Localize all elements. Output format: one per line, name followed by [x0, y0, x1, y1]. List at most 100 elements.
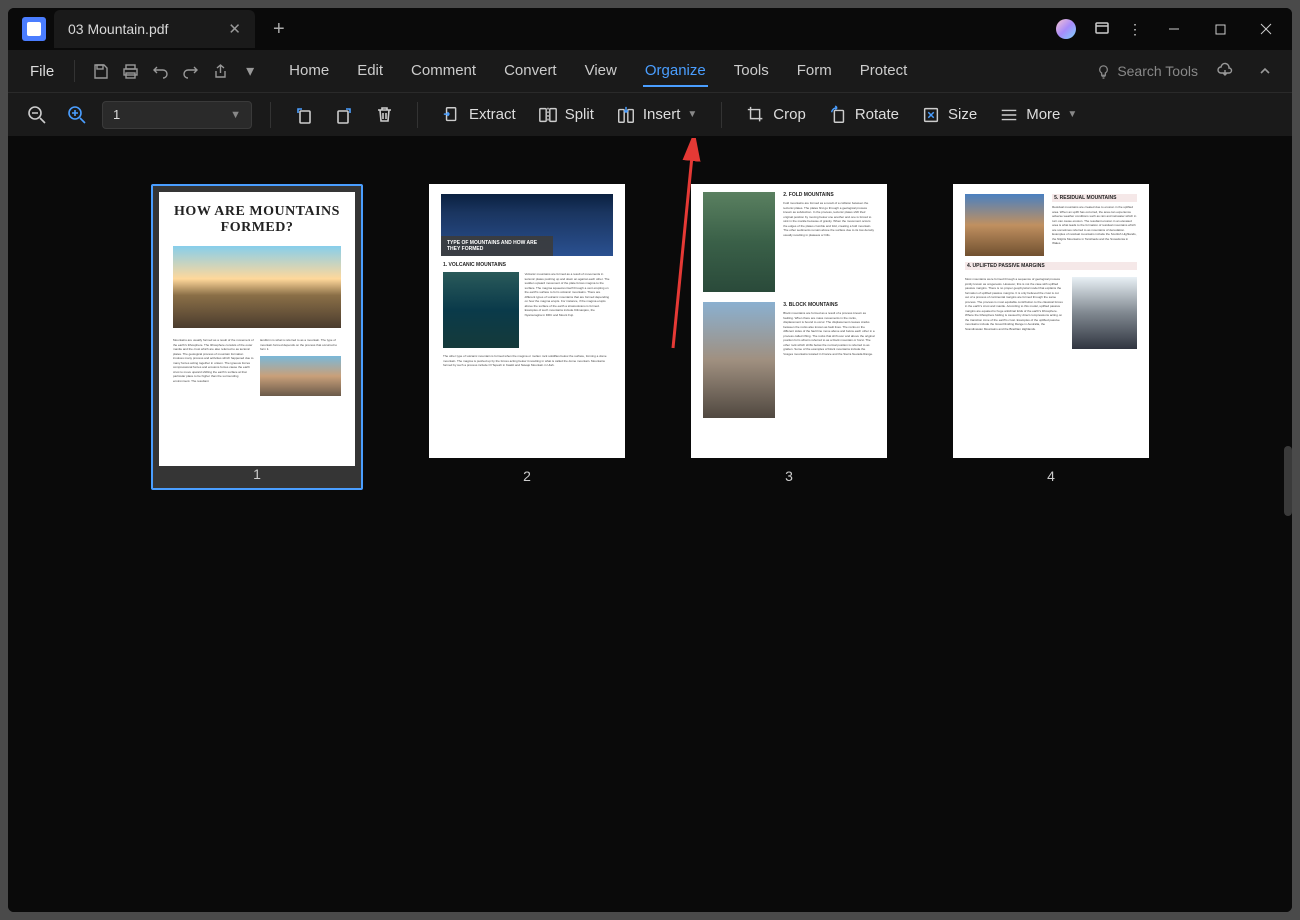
organize-toolbar: 1 ▼ Extract Split Insert ▼ Cro	[8, 92, 1292, 136]
extract-icon	[442, 105, 462, 125]
page-footer-text: The other type of volcanic mountain is f…	[429, 350, 625, 372]
delete-page-button[interactable]	[369, 100, 399, 130]
page-image: TYPE OF MOUNTAINS AND HOW ARE THEY FORME…	[441, 194, 613, 256]
tab-form[interactable]: Form	[795, 56, 834, 87]
tab-tools[interactable]: Tools	[732, 56, 771, 87]
page-number-label: 2	[523, 468, 531, 484]
page-image	[703, 192, 775, 292]
scrollbar[interactable]	[1284, 446, 1292, 516]
rotate-label: Rotate	[855, 106, 899, 123]
separator	[74, 60, 75, 82]
tab-comment[interactable]: Comment	[409, 56, 478, 87]
window-mode-icon[interactable]	[1094, 20, 1110, 39]
share-icon[interactable]	[207, 58, 233, 84]
page-image	[965, 194, 1044, 256]
close-button[interactable]	[1252, 17, 1280, 41]
page-preview: HOW ARE MOUNTAINS FORMED? Mountains are …	[159, 192, 355, 466]
size-button[interactable]: Size	[915, 101, 983, 129]
chevron-down-icon: ▼	[1067, 109, 1077, 120]
page-thumbnail-1[interactable]: HOW ARE MOUNTAINS FORMED? Mountains are …	[151, 184, 363, 490]
section-heading: 1. VOLCANIC MOUNTAINS	[429, 256, 625, 270]
minimize-button[interactable]	[1160, 17, 1188, 41]
extract-button[interactable]: Extract	[436, 101, 522, 129]
more-button[interactable]: More ▼	[993, 101, 1083, 129]
page-selector[interactable]: 1 ▼	[102, 101, 252, 129]
section-heading: 3. BLOCK MOUNTAINS	[783, 302, 875, 308]
size-icon	[921, 105, 941, 125]
split-button[interactable]: Split	[532, 101, 600, 129]
tab-protect[interactable]: Protect	[858, 56, 910, 87]
section-row: 3. BLOCK MOUNTAINS Block mountains are f…	[691, 294, 887, 420]
zoom-out-button[interactable]	[22, 100, 52, 130]
page-preview: 5. RESIDUAL MOUNTAINS Residual mountains…	[953, 184, 1149, 458]
rotate-left-button[interactable]	[289, 100, 319, 130]
section-block: 4. UPLIFTED PASSIVE MARGINS	[953, 258, 1149, 277]
more-label: More	[1026, 106, 1060, 123]
document-tab[interactable]: 03 Mountain.pdf ✕	[54, 10, 255, 48]
separator	[721, 102, 722, 128]
undo-icon[interactable]	[147, 58, 173, 84]
section-row: Most mountains were formed through a seq…	[953, 277, 1149, 351]
crop-icon	[746, 105, 766, 125]
tab-convert[interactable]: Convert	[502, 56, 559, 87]
section-row: 2. FOLD MOUNTAINS Fold mountains are for…	[691, 184, 887, 294]
tab-close-icon[interactable]: ✕	[228, 20, 241, 38]
page-thumbnail-2[interactable]: TYPE OF MOUNTAINS AND HOW ARE THEY FORME…	[429, 184, 625, 490]
app-logo-icon	[22, 17, 46, 41]
search-tools[interactable]: Search Tools	[1096, 63, 1198, 79]
page-value: 1	[113, 107, 120, 122]
page-body: Volcanic mountains are formed as a resul…	[429, 270, 625, 350]
file-menu[interactable]: File	[22, 59, 62, 84]
more-icon	[999, 105, 1019, 125]
maximize-button[interactable]	[1206, 17, 1234, 41]
page-image-small	[260, 356, 341, 396]
lightbulb-icon	[1096, 64, 1111, 79]
crop-button[interactable]: Crop	[740, 101, 812, 129]
app-window: 03 Mountain.pdf ✕ + ⋮ File	[8, 8, 1292, 912]
page-number-label: 4	[1047, 468, 1055, 484]
chevron-down-icon: ▼	[687, 109, 697, 120]
titlebar-right: ⋮	[1056, 17, 1292, 41]
separator	[417, 102, 418, 128]
split-label: Split	[565, 106, 594, 123]
insert-icon	[616, 105, 636, 125]
section-heading: 2. FOLD MOUNTAINS	[783, 192, 875, 198]
menubar: File ▾ Home Edit Comment Convert View Or…	[8, 50, 1292, 92]
chevron-down-icon: ▼	[230, 109, 241, 121]
page-thumbnail-3[interactable]: 2. FOLD MOUNTAINS Fold mountains are for…	[691, 184, 887, 490]
rotate-right-button[interactable]	[329, 100, 359, 130]
new-tab-button[interactable]: +	[273, 18, 285, 41]
kebab-menu-icon[interactable]: ⋮	[1128, 21, 1142, 38]
tab-view[interactable]: View	[583, 56, 619, 87]
section-heading: 4. UPLIFTED PASSIVE MARGINS	[965, 262, 1137, 270]
page-image	[703, 302, 775, 418]
page-image	[173, 246, 341, 328]
split-icon	[538, 105, 558, 125]
tab-edit[interactable]: Edit	[355, 56, 385, 87]
cloud-sync-icon[interactable]	[1212, 58, 1238, 84]
collapse-ribbon-icon[interactable]	[1252, 58, 1278, 84]
titlebar: 03 Mountain.pdf ✕ + ⋮	[8, 8, 1292, 50]
search-placeholder: Search Tools	[1117, 63, 1198, 79]
zoom-in-button[interactable]	[62, 100, 92, 130]
page-preview: 2. FOLD MOUNTAINS Fold mountains are for…	[691, 184, 887, 458]
rotate-button[interactable]: Rotate	[822, 101, 905, 129]
insert-label: Insert	[643, 106, 681, 123]
page-preview: TYPE OF MOUNTAINS AND HOW ARE THEY FORME…	[429, 184, 625, 458]
tab-organize[interactable]: Organize	[643, 56, 708, 87]
page-number-label: 3	[785, 468, 793, 484]
page-number-label: 1	[159, 466, 355, 482]
redo-icon[interactable]	[177, 58, 203, 84]
page-text: Mountains are usually formed as a result…	[159, 332, 355, 402]
dropdown-icon[interactable]: ▾	[237, 58, 263, 84]
page-thumbnail-4[interactable]: 5. RESIDUAL MOUNTAINS Residual mountains…	[953, 184, 1149, 490]
size-label: Size	[948, 106, 977, 123]
user-avatar[interactable]	[1056, 19, 1076, 39]
tab-title: 03 Mountain.pdf	[68, 21, 168, 37]
insert-button[interactable]: Insert ▼	[610, 101, 703, 129]
section-row: 5. RESIDUAL MOUNTAINS Residual mountains…	[953, 184, 1149, 258]
tab-home[interactable]: Home	[287, 56, 331, 87]
print-icon[interactable]	[117, 58, 143, 84]
save-icon[interactable]	[87, 58, 113, 84]
crop-label: Crop	[773, 106, 806, 123]
